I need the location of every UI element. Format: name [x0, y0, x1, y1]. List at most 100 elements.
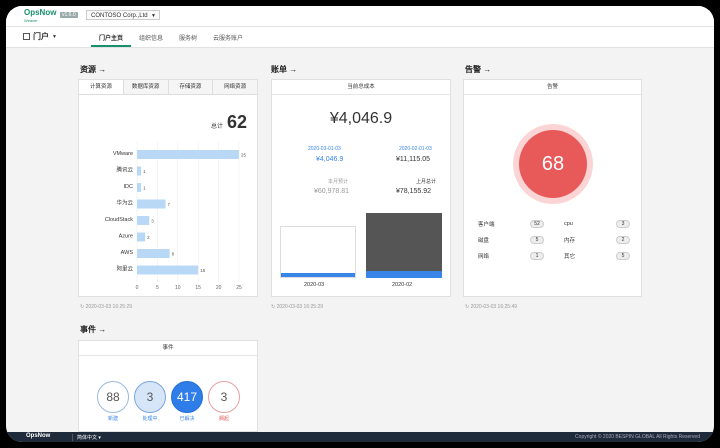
bar[interactable]: [137, 199, 166, 209]
alert-item[interactable]: 其它 5: [564, 252, 630, 260]
footer: OpsNow 简体中文 ▾ Copyright © 2020 BESPIN GL…: [6, 432, 714, 442]
alert-item[interactable]: 客户端 52: [478, 220, 544, 228]
company-selector[interactable]: CONTOSO Corp.,Ltd ▼: [86, 10, 160, 20]
alert-item-count: 52: [530, 220, 544, 228]
copyright: Copyright © 2020 BESPIN GLOBAL All Right…: [575, 434, 700, 440]
event-label: 处理中: [142, 416, 158, 422]
portal-label: 门户: [33, 32, 49, 41]
resources-card: 计算资源 数据库资源 存储资源 网络资源 总计 62 0 5 10 15 20 25 VMw…: [78, 79, 258, 297]
billing-card-title: 当前总成本: [272, 80, 450, 95]
event-label: 搁起: [218, 416, 229, 422]
bar[interactable]: [137, 249, 170, 258]
bar-value-label: 8: [172, 252, 175, 257]
alert-item-label: 其它: [564, 254, 576, 260]
resources-title[interactable]: 资源 →: [80, 64, 106, 75]
events-card: 事件 88 新建 3 处理中 417 已解决 3 搁起: [78, 340, 258, 432]
alerts-timestamp-text: 2020-03-03 16:25:49: [470, 304, 518, 310]
tab-network[interactable]: 网络资源: [213, 80, 257, 94]
alert-count[interactable]: 68: [519, 130, 587, 198]
total-label: 总计: [210, 124, 223, 130]
billing-title[interactable]: 账单 →: [271, 64, 297, 75]
current-bar-label: 2020-03: [304, 282, 325, 288]
tab-org-info[interactable]: 组织信息: [131, 27, 171, 42]
bar[interactable]: [137, 150, 239, 159]
top-bar: OpsNow Weaver v1.6.0 CONTOSO Corp.,Ltd ▼: [6, 6, 714, 27]
refresh-icon[interactable]: ↻: [465, 304, 469, 310]
billing-total: ¥4,046.9: [329, 110, 393, 127]
logo[interactable]: OpsNow Weaver: [24, 9, 56, 25]
previous-cost-bar: [366, 213, 442, 278]
language-selector[interactable]: 简体中文 ▾: [72, 434, 101, 441]
alert-item-label: 网络: [478, 254, 490, 260]
bar-value-label: 3: [151, 219, 154, 224]
category-label: 腾讯云: [116, 166, 133, 174]
event-item[interactable]: 3 处理中: [134, 381, 166, 422]
alerts-card-title: 告警: [464, 80, 641, 95]
bar[interactable]: [137, 232, 146, 242]
total-count: 62: [226, 112, 247, 132]
event-label: 已解决: [179, 416, 195, 422]
previous-period: 2020-02-01-03: [399, 146, 432, 152]
event-item[interactable]: 3 搁起: [208, 381, 240, 422]
alert-item-count: 2: [616, 236, 630, 244]
chevron-down-icon: ▼: [52, 33, 57, 40]
company-name: CONTOSO Corp.,Ltd: [91, 13, 148, 19]
tab-database[interactable]: 数据库资源: [123, 80, 169, 94]
bar-value-label: 1: [143, 186, 146, 191]
alert-item-label: 磁盘: [478, 238, 490, 244]
nav-bar: 门户 ▼ 门户主页 组织信息 服务树 云服务账户: [6, 27, 714, 48]
refresh-icon[interactable]: ↻: [80, 304, 84, 310]
alert-item-count: 5: [530, 236, 544, 244]
category-label: 阿里云: [116, 265, 133, 273]
app-window: OpsNow Weaver v1.6.0 CONTOSO Corp.,Ltd ▼ 门…: [6, 6, 714, 442]
category-label: AWS: [121, 250, 134, 256]
bar-value-label: 15: [200, 268, 206, 273]
bar-value-label: 2: [147, 235, 150, 240]
bar[interactable]: [137, 166, 142, 176]
alert-item[interactable]: 磁盘 5: [478, 236, 544, 244]
category-label: VMware: [113, 151, 133, 157]
x-tick-label: 25: [236, 285, 242, 291]
bar[interactable]: [137, 265, 199, 275]
current-period: 2020-03-01-03: [308, 146, 341, 152]
chevron-down-icon: ▼: [151, 13, 156, 19]
event-count: 417: [171, 381, 203, 413]
billing-timestamp: ↻ 2020-03-03 16:25:29: [271, 304, 323, 310]
bar-value-label: 7: [168, 202, 171, 207]
tab-cloud-accounts[interactable]: 云服务账户: [205, 27, 251, 42]
forecast-amount: ¥60,978.81: [314, 188, 350, 195]
events-title[interactable]: 事件 →: [80, 324, 106, 335]
refresh-icon[interactable]: ↻: [271, 304, 275, 310]
alerts-title[interactable]: 告警 →: [465, 64, 491, 75]
last-month-amount: ¥78,155.92: [396, 188, 432, 195]
current-cost-bar: [280, 226, 356, 278]
event-count: 3: [134, 381, 166, 413]
grid-icon: [23, 33, 30, 40]
portal-menu[interactable]: 门户 ▼: [23, 31, 57, 42]
event-item[interactable]: 417 已解决: [171, 381, 203, 422]
alert-item[interactable]: 网络 1: [478, 252, 544, 260]
category-label: IDC: [124, 184, 134, 190]
event-item[interactable]: 88 新建: [97, 381, 129, 422]
alert-item[interactable]: cpu 3: [564, 220, 630, 228]
current-amount: ¥4,046.9: [316, 156, 344, 163]
tab-home[interactable]: 门户主页: [91, 27, 132, 47]
tab-compute[interactable]: 计算资源: [79, 80, 124, 94]
event-count: 3: [208, 381, 240, 413]
tab-service-tree[interactable]: 服务树: [171, 27, 205, 42]
bar[interactable]: [137, 216, 150, 225]
x-tick-label: 5: [156, 285, 159, 291]
last-month-label: 上月总计: [416, 179, 437, 185]
alert-item-count: 5: [616, 252, 630, 260]
alert-item[interactable]: 内存 2: [564, 236, 630, 244]
previous-amount: ¥11,115.05: [396, 156, 430, 163]
events-card-title: 事件: [79, 341, 257, 356]
bar-value-label: 25: [241, 153, 247, 158]
alert-item-count: 3: [616, 220, 630, 228]
tab-storage[interactable]: 存储资源: [168, 80, 214, 94]
category-label: Azure: [119, 234, 133, 240]
bar[interactable]: [137, 183, 142, 192]
alert-item-label: 内存: [564, 238, 576, 244]
alert-ring: 68: [513, 124, 593, 204]
x-tick-label: 10: [175, 285, 181, 291]
